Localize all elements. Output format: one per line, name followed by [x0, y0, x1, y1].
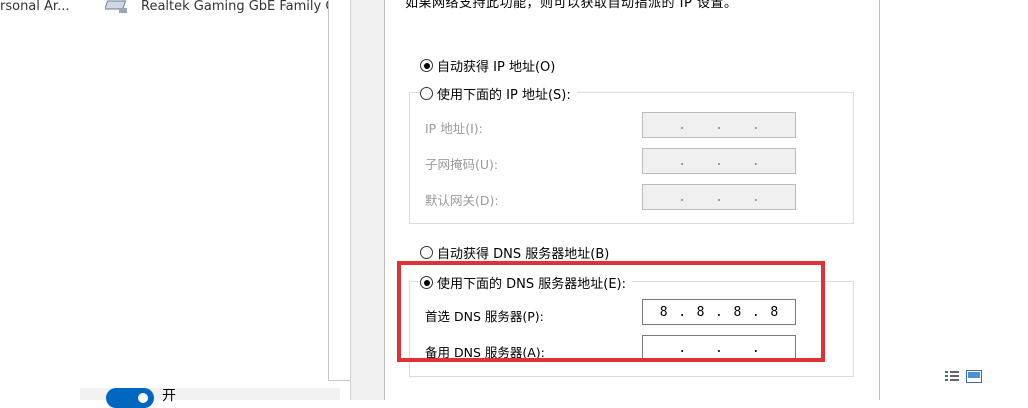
auto-dns-radio[interactable] [420, 246, 433, 259]
adapter-label: Realtek Gaming GbE Family Co [141, 0, 343, 14]
details-view-icon[interactable] [944, 370, 960, 383]
manual-ip-label: 使用下面的 IP 地址(S): [437, 88, 571, 103]
large-icons-view-icon[interactable] [966, 370, 982, 383]
dialog-description: 如果网络支持此功能，则可以获取自动指派的 IP 设置。 [405, 0, 738, 11]
subnet-mask-field: ... [642, 148, 796, 174]
auto-dns-label: 自动获得 DNS 服务器地址(B) [437, 247, 610, 262]
adapter-realtek[interactable]: Realtek Gaming GbE Family Co [105, 0, 342, 14]
auto-ip-radio[interactable] [420, 59, 433, 72]
toggle-switch[interactable] [106, 388, 154, 408]
toggle-label: 开 [162, 388, 176, 404]
auto-ip-option[interactable]: 自动获得 IP 地址(O) [420, 56, 555, 75]
ip-address-field: ... [642, 112, 796, 138]
toggle-knob [138, 393, 148, 403]
ip-address-label: IP 地址(I): [425, 121, 483, 136]
auto-dns-option[interactable]: 自动获得 DNS 服务器地址(B) [420, 243, 609, 262]
auto-ip-label: 自动获得 IP 地址(O) [437, 60, 556, 75]
gateway-field: ... [642, 184, 796, 210]
adapter-name-1[interactable]: rsonal Ar... [0, 0, 69, 14]
subnet-mask-label: 子网掩码(U): [425, 157, 499, 172]
dialog-edge [350, 0, 385, 400]
gateway-label: 默认网关(D): [425, 193, 499, 208]
manual-ip-option[interactable]: 使用下面的 IP 地址(S): [420, 84, 577, 103]
red-highlight-box [397, 261, 825, 362]
network-adapter-icon [105, 0, 131, 14]
view-mode-icons [944, 370, 982, 383]
manual-ip-radio[interactable] [420, 87, 433, 100]
